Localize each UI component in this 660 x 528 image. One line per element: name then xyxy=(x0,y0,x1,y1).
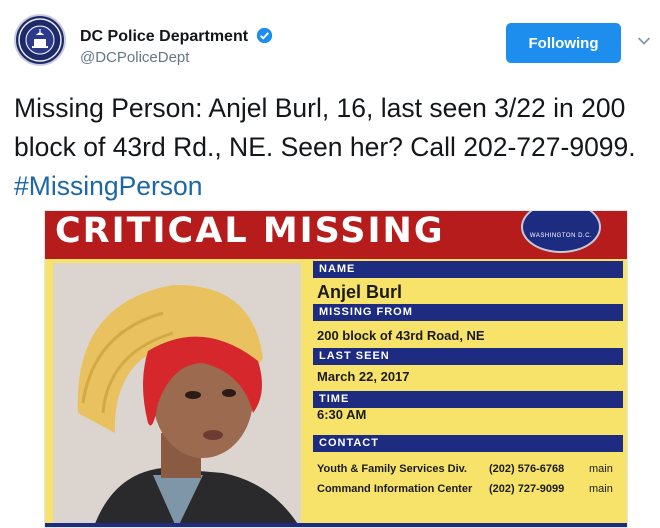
missing-person-photo xyxy=(53,263,301,527)
time-label: TIME xyxy=(313,391,623,408)
contact-row: Command Information Center (202) 727-909… xyxy=(317,483,613,495)
author-handle[interactable]: @DCPoliceDept xyxy=(80,49,189,66)
contact-label: CONTACT xyxy=(313,435,623,452)
police-badge-icon xyxy=(18,18,62,62)
name-label: NAME xyxy=(313,261,623,278)
hashtag-link[interactable]: #MissingPerson xyxy=(14,171,203,201)
last-seen-label: LAST SEEN xyxy=(313,348,623,365)
chevron-down-icon[interactable] xyxy=(637,36,651,46)
tweet-text: Missing Person: Anjel Burl, 16, last see… xyxy=(14,93,636,201)
poster-title: CRITICAL MISSING xyxy=(55,211,445,251)
name-value: Anjel Burl xyxy=(317,282,403,302)
poster-footer-bar xyxy=(45,523,627,527)
time-value: 6:30 AM xyxy=(317,407,367,422)
portrait-image xyxy=(53,263,301,527)
missing-from-value: 200 block of 43rd Road, NE xyxy=(317,328,485,343)
last-seen-value: March 22, 2017 xyxy=(317,369,410,384)
dc-seal-icon: WASHINGTON D.C. xyxy=(521,211,601,253)
avatar[interactable] xyxy=(14,14,66,66)
missing-from-label: MISSING FROM xyxy=(313,304,623,321)
contact-row: Youth & Family Services Div. (202) 576-6… xyxy=(317,463,613,475)
poster-banner: CRITICAL MISSING WASHINGTON D.C. xyxy=(45,211,627,259)
author-name[interactable]: DC Police Department xyxy=(80,27,273,46)
media-card[interactable]: CRITICAL MISSING WASHINGTON D.C. NAME An… xyxy=(44,210,628,528)
verified-badge-icon xyxy=(256,27,272,44)
following-button[interactable]: Following xyxy=(506,23,621,63)
